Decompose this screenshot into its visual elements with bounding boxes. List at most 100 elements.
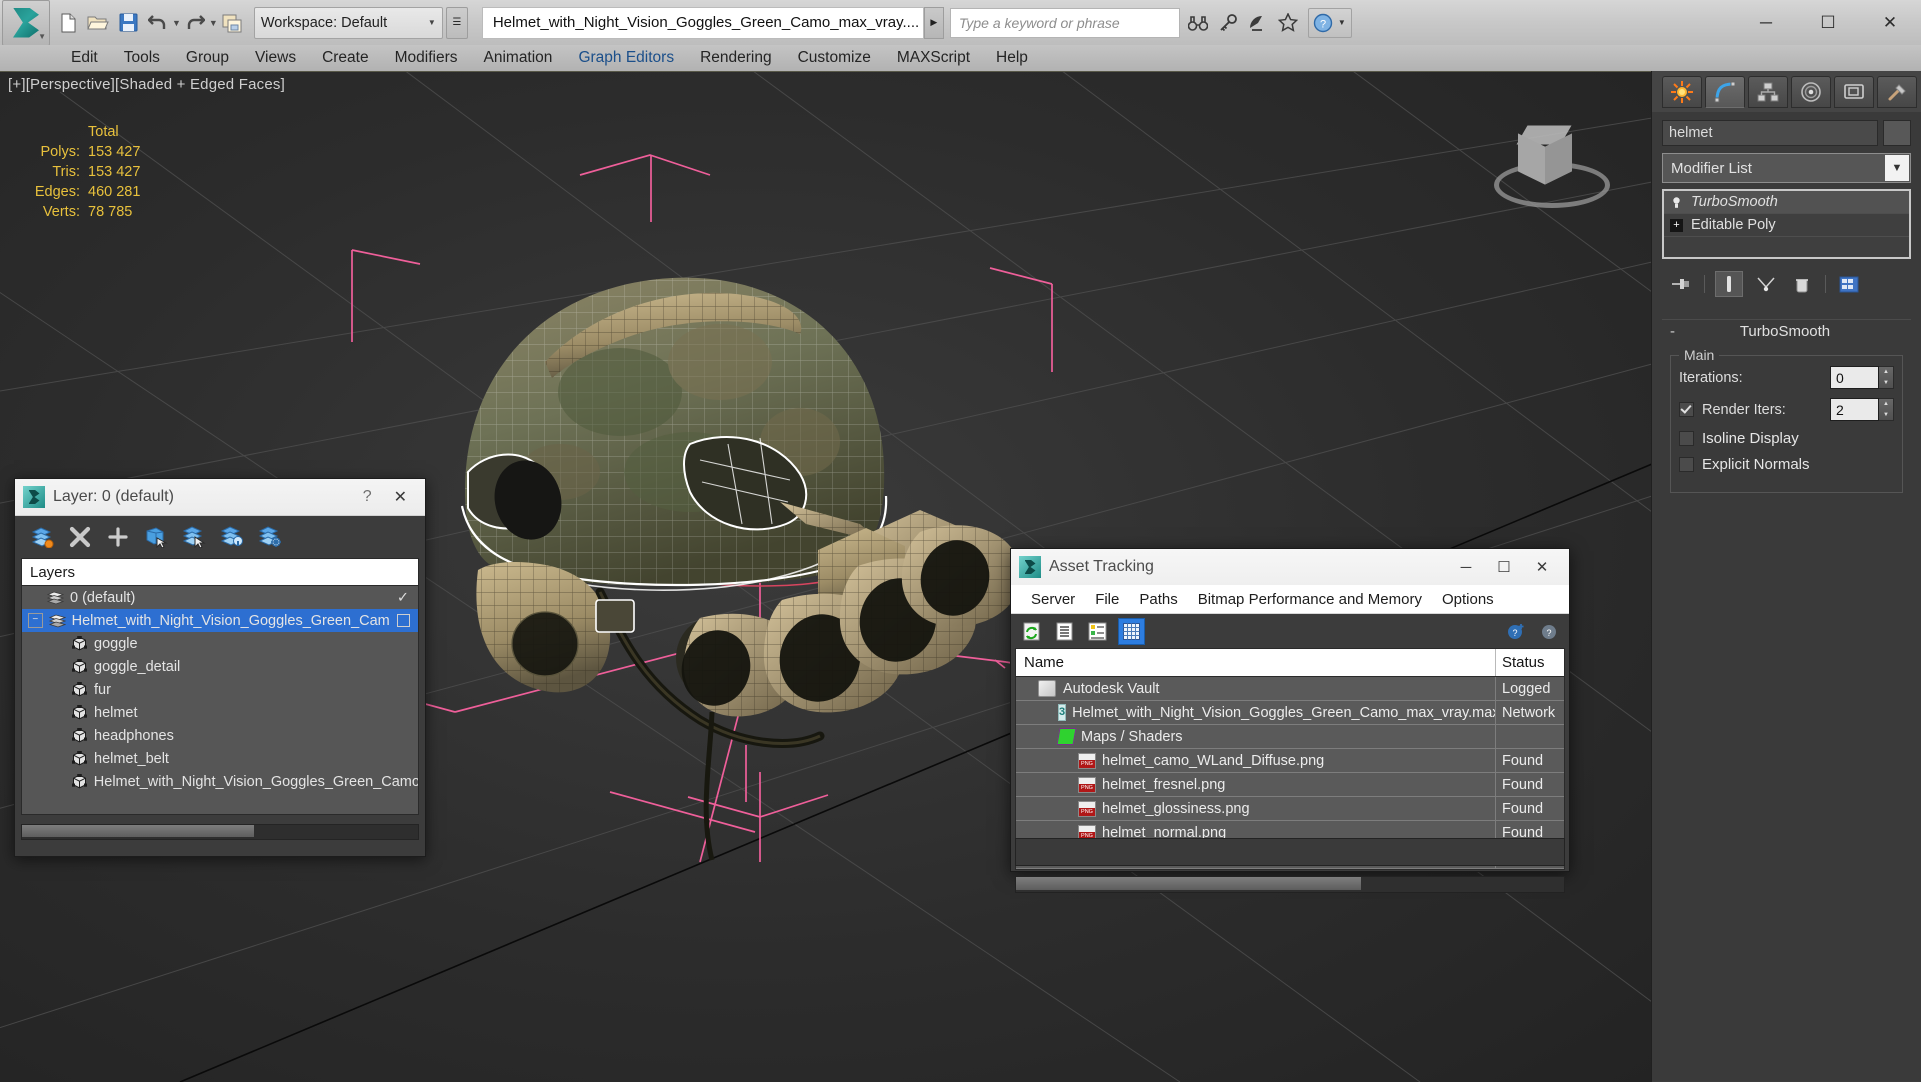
asset-maximize-button[interactable]: ☐ — [1485, 549, 1523, 585]
undo-dropdown-arrow[interactable]: ▼ — [172, 18, 181, 28]
display-tab[interactable] — [1834, 76, 1874, 108]
asset-row[interactable]: helmet_camo_WLand_Diffuse.png Found — [1016, 749, 1564, 773]
object-name-input[interactable]: helmet — [1662, 120, 1878, 146]
render-iters-checkbox[interactable] — [1679, 402, 1694, 417]
chevron-down-icon[interactable]: ▼ — [38, 32, 46, 41]
asset-row[interactable]: Maps / Shaders — [1016, 725, 1564, 749]
layer-dialog-close-button[interactable]: ✕ — [384, 487, 417, 507]
asset-minimize-button[interactable]: ─ — [1447, 549, 1485, 585]
menu-item-tools[interactable]: Tools — [111, 46, 173, 70]
configure-modifier-sets-button[interactable] — [1836, 272, 1862, 296]
layer-row[interactable]: − Helmet_with_Night_Vision_Goggles_Green_… — [22, 609, 418, 632]
remove-modifier-button[interactable] — [1789, 272, 1815, 296]
workspace-dropdown-button[interactable]: ☰ — [445, 6, 468, 39]
spinner-arrows-icon[interactable]: ▲ ▼ — [1879, 366, 1894, 389]
layer-row[interactable]: helmet — [22, 701, 418, 724]
asset-row[interactable]: helmet_glossiness.png Found — [1016, 797, 1564, 821]
asset-list-horizontal-scrollbar[interactable] — [1015, 876, 1565, 893]
select-objects-in-layer-button[interactable] — [143, 524, 169, 550]
menu-item-edit[interactable]: Edit — [58, 46, 111, 70]
spinner-arrows-icon[interactable]: ▲ ▼ — [1879, 398, 1894, 421]
layer-list-horizontal-scrollbar[interactable] — [21, 824, 419, 840]
delete-layer-button[interactable] — [67, 524, 93, 550]
asset-menu-item-bitmap-performance-and-memory[interactable]: Bitmap Performance and Memory — [1188, 589, 1432, 610]
menu-item-rendering[interactable]: Rendering — [687, 46, 785, 70]
motion-tab[interactable] — [1791, 76, 1831, 108]
chevron-down-icon[interactable]: ▼ — [1335, 18, 1349, 27]
rollout-collapse-icon[interactable]: - — [1670, 323, 1675, 340]
hierarchy-tab[interactable] — [1748, 76, 1788, 108]
satellite-share-button[interactable] — [1244, 8, 1272, 38]
utilities-tab[interactable] — [1877, 76, 1917, 108]
menu-item-views[interactable]: Views — [242, 46, 309, 70]
help-button[interactable]: ? — [1536, 619, 1561, 644]
add-help-button[interactable]: ? — [1503, 619, 1528, 644]
explicit-normals-checkbox[interactable] — [1679, 457, 1694, 472]
menu-item-create[interactable]: Create — [309, 46, 382, 70]
redo-button[interactable] — [181, 8, 209, 38]
asset-row[interactable]: helmet_fresnel.png Found — [1016, 773, 1564, 797]
workspace-selector[interactable]: Workspace: Default ▼ — [253, 6, 443, 39]
title-expand-button[interactable]: ▶ — [923, 6, 944, 39]
asset-menu-item-options[interactable]: Options — [1432, 589, 1504, 610]
asset-row[interactable]: 3 Helmet_with_Night_Vision_Goggles_Green_… — [1016, 701, 1564, 725]
modify-tab[interactable] — [1705, 76, 1745, 108]
asset-menu-item-file[interactable]: File — [1085, 589, 1129, 610]
key-login-button[interactable] — [1214, 8, 1242, 38]
layer-active-check-icon[interactable]: ✓ — [388, 590, 418, 606]
layer-row[interactable]: headphones — [22, 724, 418, 747]
object-color-swatch[interactable] — [1883, 120, 1911, 146]
layer-row[interactable]: fur — [22, 678, 418, 701]
maximize-button[interactable]: ☐ — [1797, 0, 1859, 45]
list-view-button[interactable] — [1052, 619, 1077, 644]
open-file-button[interactable] — [84, 8, 112, 38]
layer-settings-button[interactable] — [257, 524, 283, 550]
asset-close-button[interactable]: ✕ — [1523, 549, 1561, 585]
layer-list[interactable]: 0 (default) ✓ − Helmet_with_Night_Vision_Go… — [21, 585, 419, 815]
rollout-header[interactable]: - TurboSmooth — [1662, 319, 1911, 343]
iterations-value[interactable]: 0 — [1830, 366, 1879, 389]
menu-item-help[interactable]: Help — [983, 46, 1041, 70]
modifier-stack-item-turbosmooth[interactable]: TurboSmooth — [1664, 191, 1909, 214]
asset-tracking-dialog[interactable]: Asset Tracking ─ ☐ ✕ Server File Paths Bitm… — [1010, 548, 1570, 893]
name-column-header[interactable]: Name — [1016, 649, 1495, 676]
make-unique-button[interactable] — [1753, 272, 1779, 296]
menu-item-animation[interactable]: Animation — [471, 46, 566, 70]
highlight-selected-objects-layer-button[interactable] — [219, 524, 245, 550]
layer-dialog-help-button[interactable]: ? — [351, 488, 384, 506]
layer-expander-icon[interactable]: − — [28, 613, 43, 628]
layer-row[interactable]: 0 (default) ✓ — [22, 586, 418, 609]
layer-row[interactable]: helmet_belt — [22, 747, 418, 770]
scrollbar-thumb[interactable] — [22, 825, 254, 837]
menu-item-maxscript[interactable]: MAXScript — [884, 46, 983, 70]
layer-row[interactable]: Helmet_with_Night_Vision_Goggles_Green_C… — [22, 770, 418, 793]
menu-item-customize[interactable]: Customize — [785, 46, 884, 70]
layer-row[interactable]: goggle_detail — [22, 655, 418, 678]
save-file-button[interactable] — [114, 8, 142, 38]
new-file-button[interactable] — [54, 8, 82, 38]
search-input[interactable]: Type a keyword or phrase — [949, 7, 1180, 38]
binoculars-search-button[interactable] — [1184, 8, 1212, 38]
modifier-list-dropdown[interactable]: Modifier List ▼ — [1662, 153, 1911, 183]
menu-item-graph-editors[interactable]: Graph Editors — [565, 46, 687, 70]
details-view-button[interactable] — [1085, 619, 1110, 644]
modifier-stack[interactable]: TurboSmooth + Editable Poly — [1662, 189, 1911, 259]
view-cube-box[interactable] — [1516, 124, 1572, 185]
layer-row[interactable]: goggle — [22, 632, 418, 655]
pin-stack-button[interactable] — [1668, 272, 1694, 296]
modifier-stack-item-editable-poly[interactable]: + Editable Poly — [1664, 214, 1909, 237]
add-layer-button[interactable] — [105, 524, 131, 550]
create-new-layer-button[interactable] — [29, 524, 55, 550]
redo-dropdown-arrow[interactable]: ▼ — [209, 18, 218, 28]
refresh-button[interactable] — [1019, 619, 1044, 644]
asset-row[interactable]: helmet_refract.pngFound — [1016, 869, 1564, 870]
render-iters-value[interactable]: 2 — [1830, 398, 1879, 421]
asset-menu-item-server[interactable]: Server — [1021, 589, 1085, 610]
layer-toggle-box[interactable] — [389, 614, 418, 627]
asset-menu-item-paths[interactable]: Paths — [1129, 589, 1187, 610]
table-view-button[interactable] — [1118, 617, 1145, 645]
view-cube[interactable] — [1494, 114, 1610, 219]
status-column-header[interactable]: Status — [1495, 649, 1564, 676]
minimize-button[interactable]: ─ — [1735, 0, 1797, 45]
render-iters-spinner[interactable]: 2 ▲ ▼ — [1830, 398, 1894, 421]
